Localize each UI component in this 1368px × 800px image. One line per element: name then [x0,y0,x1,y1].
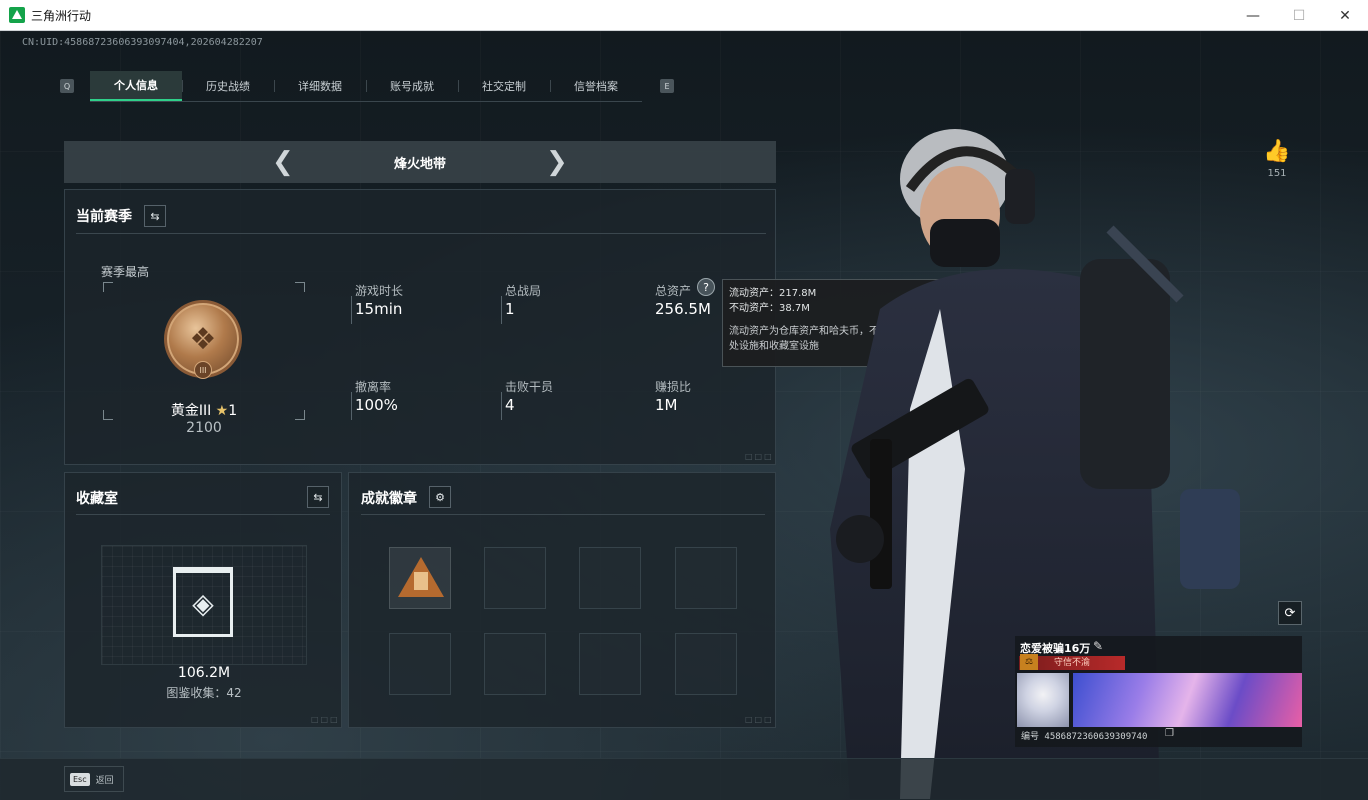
game-viewport: CN:UID:4586872360639309740​4,20260428220… [0,31,1368,800]
stat-value: 1M [655,396,678,414]
season-best-label: 赛季最高 [101,265,150,279]
stat-label: 游戏时长 [355,284,404,298]
rank-numeral: III [194,361,212,379]
star-icon: ★ [215,403,229,419]
vault-icon: ◈ [173,567,233,637]
tab-achievements[interactable]: 账号成就 [366,71,458,101]
divider [76,514,330,515]
stat-label: 击败干员 [505,380,554,394]
prev-tab-key-hint[interactable]: Q [60,79,74,93]
player-id: 编号 4586872360639309740 [1021,732,1148,742]
eagle-icon: ❖ [189,321,217,357]
window-titlebar: 三角洲行动 — ☐ ✕ [0,0,1368,31]
panel-deco: □□□ [745,452,774,461]
collection-panel: 收藏室 ⇆ ◈ 106.2M 图鉴收集：42 □□□ [64,472,342,728]
thumbs-up-icon[interactable]: 👍 [1262,139,1292,164]
achievement-slot-empty[interactable] [675,547,737,609]
panel-deco: □□□ [311,715,340,724]
stat-label: 赚损比 [655,380,692,394]
mode-title: 烽火地带 [393,156,446,172]
copy-icon[interactable]: ❐ [1165,728,1174,739]
mode-selector: ❮ 烽火地带 ❯ [64,141,776,183]
achievement-slot-empty[interactable] [484,547,546,609]
refresh-icon[interactable]: ⟳ [1278,601,1302,625]
season-title: 当前赛季 [76,209,132,225]
edit-icon[interactable]: ✎ [1093,639,1103,653]
settings-icon[interactable]: ⚙ [429,486,451,508]
switch-icon[interactable]: ⇆ [144,205,166,227]
rank-badge-icon: ❖ III [164,300,242,379]
achievement-slot-empty[interactable] [675,633,737,695]
tab-detailed-data[interactable]: 详细数据 [274,71,366,101]
window-title: 三角洲行动 [31,8,92,23]
minimize-icon[interactable]: — [1230,0,1276,31]
stat-value: 4 [505,396,515,414]
achievements-panel: 成就徽章 ⚙ □□□ [348,472,776,728]
rank-level: 1 [228,403,238,419]
collection-value: 106.2M [177,665,231,681]
stat-value: 1 [505,300,515,318]
uid-line: CN:UID:4586872360639309740​4,20260428220… [22,37,263,48]
achievements-title: 成就徽章 [361,491,417,507]
panel-deco: □□□ [745,715,774,724]
stat-label: 总战局 [505,284,542,298]
rank-score: 2100 [186,420,222,436]
achievement-slot-empty[interactable] [579,633,641,695]
app-logo-icon [9,7,25,23]
tab-personal-info[interactable]: 个人信息 [90,70,182,101]
stat-label: 撤离率 [355,380,392,394]
bottom-bar: Esc 返回 [0,758,1368,800]
achievement-badge[interactable] [389,547,451,609]
back-label: 返回 [95,775,114,786]
tab-history[interactable]: 历史战绩 [182,71,274,101]
rank-name: 黄金III ★1 [103,400,305,420]
player-card: 恋爱被骗16万 ✎ 守信不渝 ⚖ 编号 4586872360639309740 … [1015,636,1302,747]
divider [361,514,765,515]
stat-value: 256.5M [655,300,711,318]
rank-name-text: 黄金III [170,403,212,419]
help-icon[interactable]: ? [697,278,715,296]
next-tab-key-hint[interactable]: E [660,79,674,93]
chevron-right-icon[interactable]: ❯ [546,147,568,177]
esc-key-hint: Esc [70,772,90,786]
like-count: 151 [1267,168,1287,179]
title-emblem-icon: ⚖ [1020,654,1038,670]
achievement-slot-empty[interactable] [484,633,546,695]
stat-value: 100% [355,396,398,414]
like-widget[interactable]: 👍 151 [1262,139,1292,179]
tab-reputation[interactable]: 信誉档案 [550,71,642,101]
top-tabs: Q 个人信息 历史战绩 详细数据 账号成就 社交定制 信誉档案 E [60,70,674,102]
tab-social[interactable]: 社交定制 [458,71,550,101]
close-icon[interactable]: ✕ [1322,0,1368,31]
achievement-slot-empty[interactable] [389,633,451,695]
back-button[interactable]: Esc 返回 [64,766,124,792]
player-banner[interactable] [1073,673,1302,727]
tab-strip: 个人信息 历史战绩 详细数据 账号成就 社交定制 信誉档案 [90,70,642,102]
divider [76,233,766,234]
collection-count: 图鉴收集：42 [166,686,242,700]
achievement-slot-empty[interactable] [579,547,641,609]
stat-label: 总资产 [655,284,692,298]
maximize-icon[interactable]: ☐ [1276,0,1322,31]
stat-value: 15min [355,300,403,318]
current-season-panel: 当前赛季 ⇆ 赛季最高 ❖ III 黄金III ★1 2100 游戏时长 15m… [64,189,776,465]
chevron-left-icon[interactable]: ❮ [272,147,294,177]
background-watermark [30,45,52,99]
avatar[interactable] [1017,673,1069,727]
switch-icon[interactable]: ⇆ [307,486,329,508]
collection-title: 收藏室 [76,491,118,507]
badge-inner [414,572,428,590]
